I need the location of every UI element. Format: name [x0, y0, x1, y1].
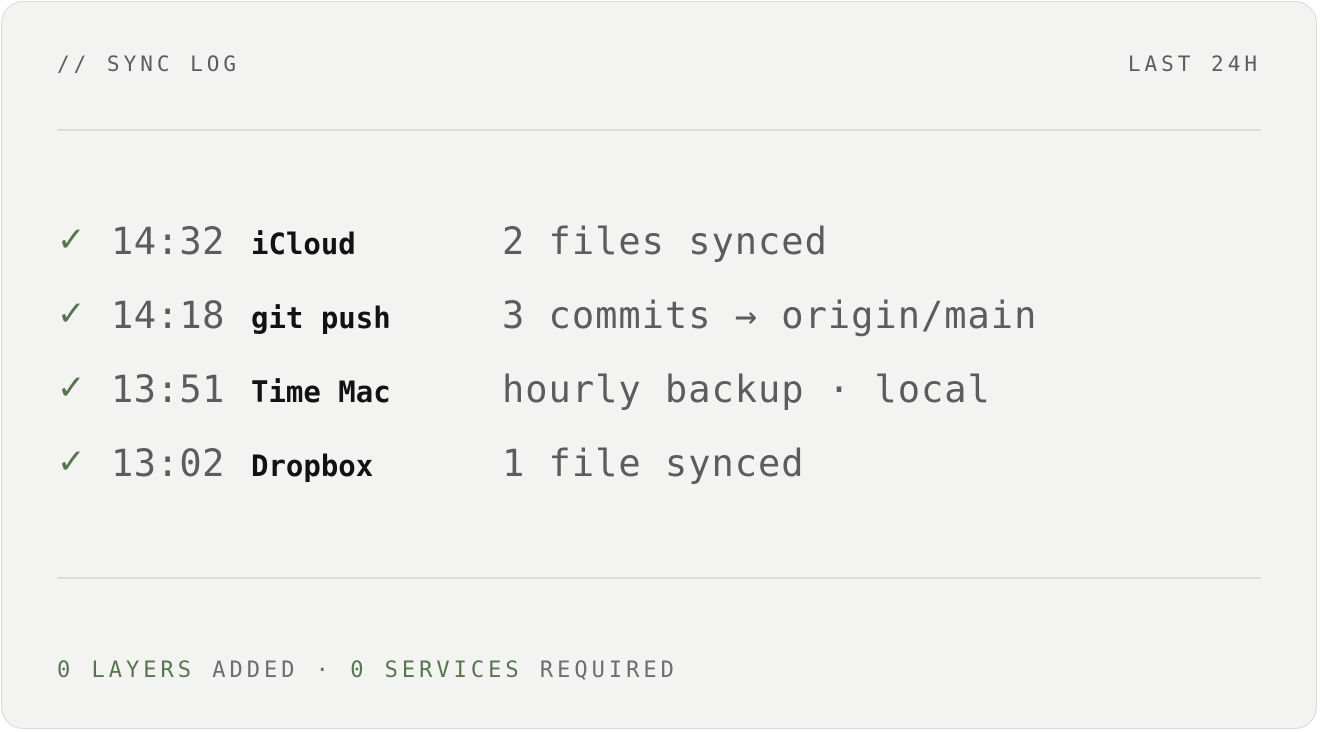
log-row-icloud: ✓ 14:32 iCloud 2 files synced [57, 204, 1261, 278]
card-title: // SYNC LOG [57, 52, 241, 76]
layers-count: 0 LAYERS [57, 658, 195, 683]
log-detail: 2 files synced [502, 220, 828, 263]
log-service: Time Mac [251, 375, 391, 409]
log-row-time-mac: ✓ 13:51 Time Mac hourly backup · local [57, 352, 1261, 426]
check-icon: ✓ [57, 368, 86, 408]
check-icon: ✓ [57, 220, 86, 260]
services-label: REQUIRED [522, 658, 678, 683]
log-time: 14:18 [111, 294, 225, 337]
services-count: 0 SERVICES [350, 658, 523, 683]
sync-log-list: ✓ 14:32 iCloud 2 files synced ✓ 14:18 gi… [57, 204, 1261, 500]
header-divider [57, 129, 1261, 131]
footer-summary: 0 LAYERS ADDED · 0 SERVICES REQUIRED [57, 658, 678, 683]
log-row-git-push: ✓ 14:18 git push 3 commits → origin/main [57, 278, 1261, 352]
log-detail: 3 commits → origin/main [502, 294, 1038, 337]
card-header: // SYNC LOG LAST 24H [57, 50, 1261, 78]
log-service: iCloud [251, 227, 356, 261]
check-icon: ✓ [57, 442, 86, 482]
log-service: Dropbox [251, 449, 374, 483]
log-service: git push [251, 301, 391, 335]
log-detail: 1 file synced [502, 442, 805, 485]
layers-label: ADDED · [194, 658, 351, 683]
log-time: 13:51 [111, 368, 225, 411]
sync-log-card: // SYNC LOG LAST 24H ✓ 14:32 iCloud 2 fi… [1, 1, 1317, 729]
log-detail: hourly backup · local [502, 368, 991, 411]
check-icon: ✓ [57, 294, 86, 334]
time-range-label: LAST 24H [1127, 52, 1261, 76]
log-time: 14:32 [111, 220, 225, 263]
footer-divider [57, 577, 1261, 579]
log-time: 13:02 [111, 442, 225, 485]
log-row-dropbox: ✓ 13:02 Dropbox 1 file synced [57, 426, 1261, 500]
